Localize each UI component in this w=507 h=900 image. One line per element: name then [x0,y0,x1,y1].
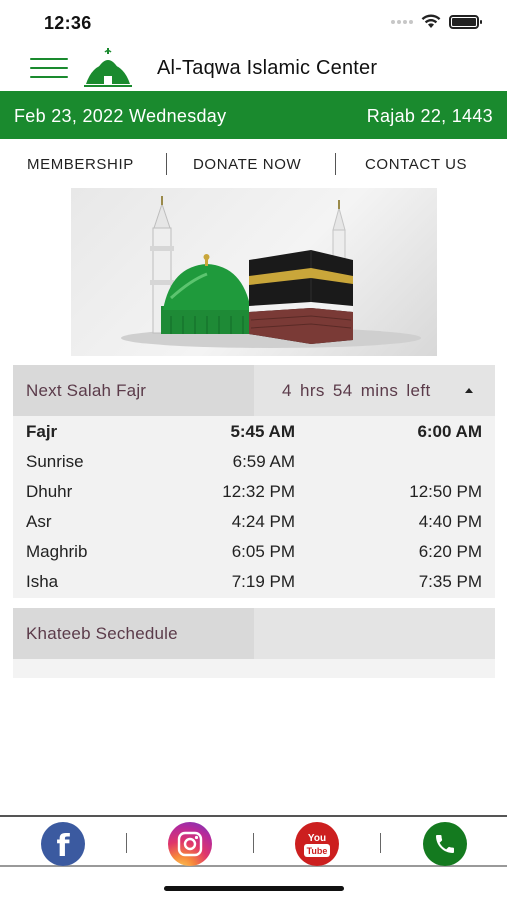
youtube-word-top: You [308,833,326,844]
contact-us-link[interactable]: CONTACT US [365,156,467,173]
gregorian-date: Feb 23, 2022 Wednesday [14,106,227,126]
mosque-logo-icon [84,48,132,87]
facebook-glyph: f [56,828,70,864]
footer-divider [380,833,381,853]
status-icons [391,14,482,29]
time-left-text: 4 hrs 54 mins left [282,381,431,400]
youtube-icon[interactable]: You Tube [295,822,339,866]
adhan-time: 6:59 AM [232,452,295,471]
banner-image [71,188,437,356]
time-left-cell: 4 hrs 54 mins left [254,365,495,416]
khateeb-schedule-header[interactable]: Khateeb Sechedule [13,608,495,659]
phone-icon[interactable] [423,822,467,866]
phone-glyph [436,835,454,853]
nav-divider [335,153,336,175]
status-bar: 12:36 [0,0,507,44]
hamburger-menu-icon[interactable] [30,58,70,78]
footer-divider [126,833,127,853]
khateeb-schedule-label: Khateeb Sechedule [26,624,178,643]
social-footer: f You Tube [0,815,507,867]
footer-divider [253,833,254,853]
prayer-name: Dhuhr [26,482,73,501]
iqamah-time: 6:20 PM [418,542,482,561]
instagram-glyph [177,831,203,857]
prayer-row-dhuhr: Dhuhr 12:32 PM 12:50 PM [13,477,495,507]
status-time: 12:36 [44,13,92,33]
youtube-glyph: You Tube [304,833,330,857]
nav-links: MEMBERSHIP DONATE NOW CONTACT US [0,150,507,180]
khateeb-header-right [254,608,495,659]
caret-up-icon[interactable] [465,388,473,393]
prayer-row-asr: Asr 4:24 PM 4:40 PM [13,507,495,537]
next-salah-header[interactable]: Next Salah Fajr 4 hrs 54 mins left [13,365,495,416]
battery-icon [449,14,482,29]
adhan-time: 4:24 PM [231,512,295,531]
app-header: Al-Taqwa Islamic Center [0,44,507,90]
facebook-icon[interactable]: f [41,822,85,866]
prayer-name: Isha [26,572,59,591]
prayer-name: Asr [26,512,52,531]
wifi-icon [421,14,441,28]
donate-now-link[interactable]: DONATE NOW [193,156,301,173]
prayer-name: Fajr [26,422,58,441]
instagram-icon[interactable] [168,822,212,866]
home-indicator[interactable] [164,886,344,891]
iqamah-time: 4:40 PM [418,512,482,531]
prayer-times-panel: Next Salah Fajr 4 hrs 54 mins left Fajr … [13,365,495,598]
holy-mosques-illustration [121,196,421,348]
prayer-row-fajr: Fajr 5:45 AM 6:00 AM [13,417,495,447]
prayer-name: Maghrib [26,542,88,561]
prayer-row-isha: Isha 7:19 PM 7:35 PM [13,567,495,597]
next-salah-label: Next Salah Fajr [26,381,147,400]
iqamah-time: 6:00 AM [417,422,482,441]
prayer-row-sunrise: Sunrise 6:59 AM [13,447,495,477]
membership-link[interactable]: MEMBERSHIP [27,156,134,173]
date-bar: Feb 23, 2022 Wednesday Rajab 22, 1443 [0,91,507,139]
khateeb-schedule-panel: Khateeb Sechedule [13,608,495,678]
adhan-time: 7:19 PM [231,572,295,591]
prayer-name: Sunrise [26,452,84,471]
prayer-row-maghrib: Maghrib 6:05 PM 6:20 PM [13,537,495,567]
signal-icon [391,19,413,24]
hijri-date: Rajab 22, 1443 [366,106,493,126]
adhan-time: 5:45 AM [230,422,295,441]
iqamah-time: 7:35 PM [418,572,482,591]
nav-divider [166,153,167,175]
iqamah-time: 12:50 PM [409,482,482,501]
adhan-time: 12:32 PM [222,482,295,501]
adhan-time: 6:05 PM [231,542,295,561]
app-title: Al-Taqwa Islamic Center [157,57,378,79]
youtube-word-bottom: Tube [307,846,328,856]
